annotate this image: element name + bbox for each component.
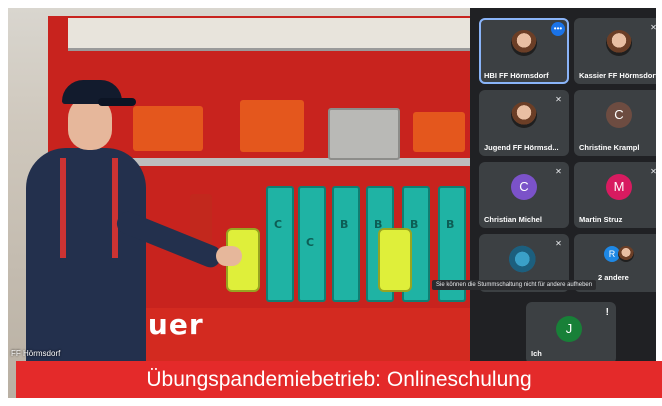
hose-roll: C — [266, 186, 294, 302]
presenter-hand — [216, 246, 242, 266]
participant-name: Jugend FF Hörmsd... — [484, 143, 559, 152]
participant-photo — [511, 102, 537, 128]
hose-label: C — [306, 236, 315, 249]
alert-icon: ! — [605, 307, 609, 318]
participant-name: Martin Struz — [579, 215, 623, 224]
mic-off-icon: ✕ — [555, 95, 562, 104]
participant-tile[interactable]: ✕ Kassier FF Hörmsdorf — [574, 18, 656, 84]
mic-off-icon: ✕ — [650, 167, 656, 176]
main-participant-name: FF Hörmsdorf — [11, 349, 61, 358]
main-video-feed[interactable]: C C B B B B auer FF Hörmsdorf — [8, 8, 470, 398]
hose-roll: C — [298, 186, 326, 302]
others-count: 2 andere — [598, 273, 629, 282]
participant-name: Ich — [531, 349, 542, 358]
presenter-cap-brim — [98, 98, 136, 106]
participant-tile[interactable]: ••• HBI FF Hörmsdorf — [479, 18, 569, 84]
participant-tile[interactable]: M ✕ Martin Struz — [574, 162, 656, 228]
participant-tile[interactable]: C ✕ Christian Michel — [479, 162, 569, 228]
equipment-box — [328, 108, 400, 160]
participant-tile[interactable]: ✕ Jugend FF Hörmsd... — [479, 90, 569, 156]
participant-tile[interactable]: C Christine Krampl — [574, 90, 656, 156]
truck-roller-shutter — [68, 18, 470, 51]
equipment-box — [240, 100, 304, 152]
participant-photo — [618, 246, 634, 262]
mic-off-icon: ✕ — [650, 23, 656, 32]
equipment-box — [133, 106, 203, 151]
equipment-box — [413, 112, 465, 152]
participant-avatar: M — [606, 174, 632, 200]
participant-image — [507, 244, 541, 274]
participant-avatar: C — [606, 102, 632, 128]
meeting-window: C C B B B B auer FF Hörmsdorf ••• HBI FF… — [8, 8, 656, 398]
hose-reel — [378, 228, 412, 292]
mute-tooltip: Sie können die Stummschaltung nicht für … — [432, 280, 597, 290]
participant-name: Christian Michel — [484, 215, 542, 224]
suspender — [112, 158, 118, 258]
participant-avatar: J — [556, 316, 582, 342]
caption-banner: Übungspandemiebetrieb: Onlineschulung — [16, 361, 662, 398]
participant-name: HBI FF Hörmsdorf — [484, 71, 549, 80]
participant-name: Christine Krampl — [579, 143, 640, 152]
mic-off-icon: ✕ — [555, 167, 562, 176]
hose-label: B — [446, 218, 455, 231]
more-options-icon[interactable]: ••• — [551, 22, 565, 36]
hose-label: B — [410, 218, 419, 231]
hose-label: C — [274, 218, 283, 231]
suspender — [60, 158, 66, 258]
truck-shelf — [123, 158, 470, 166]
mic-off-icon: ✕ — [555, 239, 562, 248]
participant-name: Kassier FF Hörmsdorf — [579, 71, 656, 80]
participant-avatar: C — [511, 174, 537, 200]
self-view-tile[interactable]: J ! Ich — [526, 302, 616, 364]
participant-photo — [511, 30, 537, 56]
hose-roll: B — [332, 186, 360, 302]
hose-label: B — [340, 218, 349, 231]
participant-photo — [606, 30, 632, 56]
